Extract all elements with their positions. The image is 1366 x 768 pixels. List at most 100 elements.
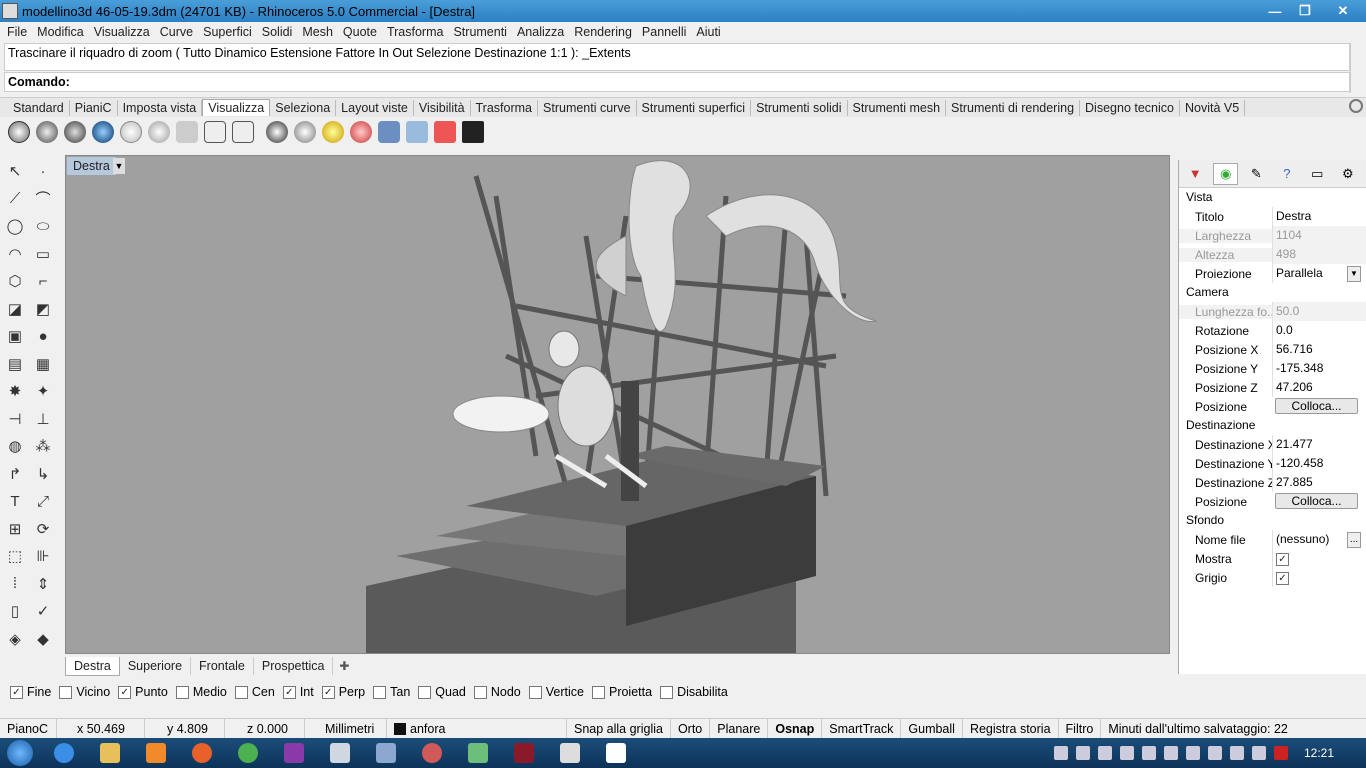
osnap-tan-checkbox[interactable] bbox=[373, 685, 387, 699]
text-icon[interactable]: T bbox=[3, 490, 27, 512]
globe-icon[interactable] bbox=[266, 121, 288, 143]
task-ie[interactable] bbox=[42, 739, 86, 767]
osnap-quad-checkbox[interactable] bbox=[418, 685, 432, 699]
status-units[interactable]: Millimetri bbox=[305, 718, 387, 739]
object-properties-icon[interactable]: ▼ bbox=[1183, 163, 1207, 185]
rotazione-field[interactable]: 0.0 bbox=[1272, 321, 1366, 340]
titolo-value[interactable]: Destra bbox=[1272, 207, 1366, 226]
osnap-proietta-checkbox[interactable] bbox=[591, 685, 605, 699]
rotate-icon[interactable]: ⟳ bbox=[31, 518, 55, 540]
viewport-title[interactable]: Destra bbox=[67, 157, 116, 175]
tab-visualizza[interactable]: Visualizza bbox=[202, 99, 271, 116]
menu-quote[interactable]: Quote bbox=[340, 25, 384, 39]
osnap-quad[interactable]: Quad bbox=[418, 685, 466, 699]
tab-pianic[interactable]: PianiC bbox=[70, 99, 118, 116]
tab-visibilita[interactable]: Visibilità bbox=[414, 99, 471, 116]
tray-icon-7[interactable] bbox=[1185, 746, 1200, 760]
osnap-vertice-checkbox[interactable] bbox=[528, 685, 542, 699]
light-sphere-icon[interactable] bbox=[322, 121, 344, 143]
polygon-icon[interactable]: ⬡ bbox=[3, 270, 27, 292]
colloca-target-button[interactable]: Colloca... bbox=[1275, 493, 1358, 509]
menu-pannelli[interactable]: Pannelli bbox=[639, 25, 693, 39]
rendered-sphere-icon[interactable] bbox=[64, 121, 86, 143]
task-files[interactable] bbox=[456, 739, 500, 767]
split-icon[interactable]: ⊥ bbox=[31, 408, 55, 430]
osnap-disabilita-checkbox[interactable] bbox=[660, 685, 674, 699]
menu-curve[interactable]: Curve bbox=[157, 25, 200, 39]
analyze-icon[interactable]: ▯ bbox=[3, 600, 27, 622]
surface-icon[interactable]: ◪ bbox=[3, 298, 27, 320]
select-arrow-icon[interactable]: ↖ bbox=[3, 160, 27, 182]
task-app2[interactable] bbox=[364, 739, 408, 767]
proiezione-dropdown-icon[interactable]: ▼ bbox=[1347, 265, 1361, 282]
bluetooth-icon[interactable] bbox=[1163, 746, 1178, 760]
clock[interactable]: 12:21 bbox=[1304, 746, 1334, 760]
toolbar-gear-icon[interactable] bbox=[1349, 99, 1363, 113]
tray-icon-1[interactable] bbox=[1053, 746, 1068, 760]
solid-tools-icon[interactable]: ⬚ bbox=[3, 545, 27, 567]
task-paint[interactable] bbox=[410, 739, 454, 767]
tab-novita-v5[interactable]: Novità V5 bbox=[1180, 99, 1246, 116]
explode-icon[interactable]: ✸ bbox=[3, 380, 27, 402]
browse-button[interactable]: ... bbox=[1347, 531, 1361, 548]
osnap-nodo[interactable]: Nodo bbox=[473, 685, 521, 699]
tab-seleziona[interactable]: Seleziona bbox=[270, 99, 337, 116]
task-firefox[interactable] bbox=[180, 739, 224, 767]
trim-icon[interactable]: ⊣ bbox=[3, 408, 27, 430]
menu-strumenti[interactable]: Strumenti bbox=[450, 25, 514, 39]
grigio-checkbox[interactable]: ✓ bbox=[1276, 572, 1289, 585]
tab-trasforma[interactable]: Trasforma bbox=[471, 99, 539, 116]
help-icon[interactable]: ? bbox=[1275, 163, 1299, 185]
mostra-checkbox[interactable]: ✓ bbox=[1276, 553, 1289, 566]
matte-sphere-icon[interactable] bbox=[294, 121, 316, 143]
menu-file[interactable]: File bbox=[4, 25, 34, 39]
tab-strumenti-solidi[interactable]: Strumenti solidi bbox=[751, 99, 848, 116]
start-button[interactable] bbox=[0, 738, 40, 768]
tab-strumenti-mesh[interactable]: Strumenti mesh bbox=[848, 99, 947, 116]
menu-analizza[interactable]: Analizza bbox=[514, 25, 571, 39]
osnap-proietta[interactable]: Proietta bbox=[591, 685, 652, 699]
command-scrollbar[interactable] bbox=[1350, 43, 1366, 93]
material-icon[interactable]: ◆ bbox=[31, 628, 55, 650]
destx-field[interactable]: 21.477 bbox=[1272, 435, 1366, 454]
osnap-punto[interactable]: ✓ Punto bbox=[118, 685, 168, 699]
chamfer-icon[interactable]: ↳ bbox=[31, 463, 55, 485]
osnap-punto-checkbox[interactable]: ✓ bbox=[118, 685, 132, 699]
fillet-curve-icon[interactable]: ⌐ bbox=[31, 270, 55, 292]
osnap-perp-checkbox[interactable]: ✓ bbox=[321, 685, 335, 699]
fillet-icon[interactable]: ↱ bbox=[3, 463, 27, 485]
tab-layout-viste[interactable]: Layout viste bbox=[336, 99, 414, 116]
add-viewport-icon[interactable]: ✚ bbox=[333, 659, 355, 673]
osnap-fine[interactable]: ✓ Fine bbox=[10, 685, 51, 699]
task-chrome[interactable] bbox=[226, 739, 270, 767]
ungroup-icon[interactable]: ⁂ bbox=[31, 435, 55, 457]
task-calculator[interactable] bbox=[318, 739, 362, 767]
group-icon[interactable]: ◍ bbox=[3, 435, 27, 457]
osnap-vertice[interactable]: Vertice bbox=[528, 685, 584, 699]
maximize-button[interactable]: ❐ bbox=[1290, 1, 1320, 21]
panel-gear-icon[interactable]: ⚙ bbox=[1336, 163, 1360, 185]
vptab-frontale[interactable]: Frontale bbox=[191, 657, 254, 675]
curve-icon[interactable]: ⌒ bbox=[31, 188, 55, 210]
osnap-medio[interactable]: Medio bbox=[175, 685, 227, 699]
osnap-fine-checkbox[interactable]: ✓ bbox=[10, 685, 23, 699]
artistic-icon[interactable] bbox=[204, 121, 226, 143]
menu-aiuti[interactable]: Aiuti bbox=[693, 25, 727, 39]
tab-disegno-tecnico[interactable]: Disegno tecnico bbox=[1080, 99, 1180, 116]
menu-superfici[interactable]: Superfici bbox=[200, 25, 259, 39]
display-icon[interactable]: ▭ bbox=[1305, 163, 1329, 185]
desty-field[interactable]: -120.458 bbox=[1272, 454, 1366, 473]
move-icon[interactable]: ⊞ bbox=[3, 518, 27, 540]
box-icon[interactable]: ▣ bbox=[3, 325, 27, 347]
array-icon[interactable]: ⊪ bbox=[31, 545, 55, 567]
monitor-icon[interactable] bbox=[462, 121, 484, 143]
osnap-vicino[interactable]: Vicino bbox=[59, 685, 110, 699]
osnap-medio-checkbox[interactable] bbox=[175, 685, 189, 699]
tray-icon-4[interactable] bbox=[1119, 746, 1134, 760]
arc-icon[interactable]: ◠ bbox=[3, 243, 27, 265]
osnap-disabilita[interactable]: Disabilita bbox=[660, 685, 728, 699]
osnap-tan[interactable]: Tan bbox=[373, 685, 410, 699]
wireframe-sphere-icon[interactable] bbox=[8, 121, 30, 143]
volume-icon[interactable] bbox=[1229, 746, 1244, 760]
ghosted-sphere-icon[interactable] bbox=[120, 121, 142, 143]
